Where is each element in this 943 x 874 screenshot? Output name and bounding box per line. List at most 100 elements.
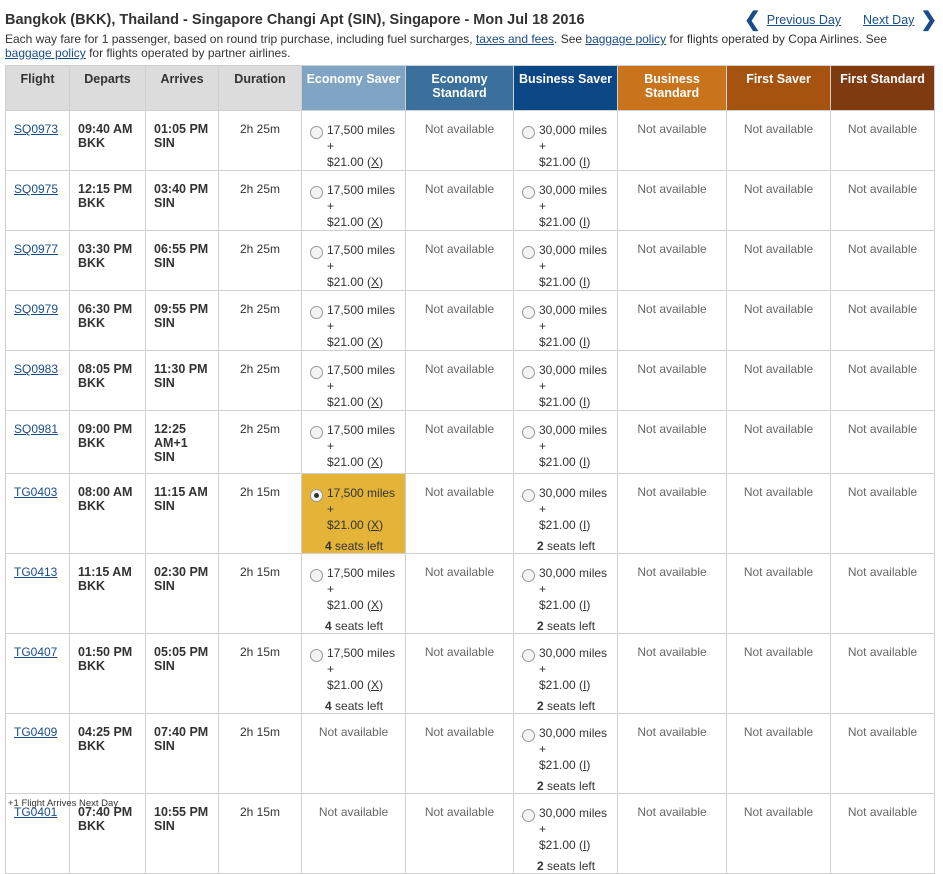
fare-radio[interactable] [310,426,323,439]
flight-number-link[interactable]: SQ0981 [14,422,58,436]
fare-option[interactable]: 30,000 miles + $21.00 (I) [522,422,613,470]
fare-option[interactable]: 17,500 miles + $21.00 (X) [310,565,401,613]
fare-code-link[interactable]: X [371,275,379,289]
fare-cell[interactable]: 30,000 miles + $21.00 (I) 2 seats left [513,633,618,714]
fare-cell[interactable]: 30,000 miles + $21.00 (I) [513,230,618,291]
fare-cell[interactable]: 17,500 miles + $21.00 (X) 4 seats left [301,633,406,714]
fare-code-link[interactable]: I [583,455,586,469]
fare-radio[interactable] [522,306,535,319]
fare-code-link[interactable]: I [583,395,586,409]
fare-code-link[interactable]: X [371,395,379,409]
fare-code-link[interactable]: X [371,155,379,169]
fare-radio[interactable] [310,489,323,502]
fare-code-link[interactable]: X [371,215,379,229]
fare-radio[interactable] [522,729,535,742]
fare-option[interactable]: 17,500 miles + $21.00 (X) [310,422,401,470]
fare-radio[interactable] [310,649,323,662]
fare-radio[interactable] [522,126,535,139]
fare-option[interactable]: 30,000 miles + $21.00 (I) [522,362,613,410]
fare-code-link[interactable]: I [583,215,586,229]
flight-number-link[interactable]: SQ0983 [14,362,58,376]
fare-cell[interactable]: 17,500 miles + $21.00 (X) 4 seats left [301,553,406,634]
flight-number-link[interactable]: SQ0975 [14,182,58,196]
fare-cell[interactable]: 30,000 miles + $21.00 (I) 2 seats left [513,713,618,794]
fare-option[interactable]: 17,500 miles + $21.00 (X) [310,645,401,693]
next-day-nav[interactable]: Next Day ❯ [863,10,937,30]
fare-cell[interactable]: 17,500 miles + $21.00 (X) [301,290,406,351]
fare-option[interactable]: 30,000 miles + $21.00 (I) [522,645,613,693]
fare-radio[interactable] [310,306,323,319]
fare-cell[interactable]: 17,500 miles + $21.00 (X) [301,110,406,171]
fare-cell[interactable]: 30,000 miles + $21.00 (I) [513,410,618,474]
fare-radio[interactable] [522,809,535,822]
fare-code-link[interactable]: X [371,598,379,612]
fare-option[interactable]: 30,000 miles + $21.00 (I) [522,242,613,290]
fare-radio[interactable] [310,186,323,199]
fare-code-link[interactable]: I [583,335,586,349]
fare-option[interactable]: 30,000 miles + $21.00 (I) [522,805,613,853]
previous-day-link[interactable]: Previous Day [767,13,841,27]
fare-code-link[interactable]: I [583,518,586,532]
fare-option[interactable]: 30,000 miles + $21.00 (I) [522,302,613,350]
fare-option[interactable]: 17,500 miles + $21.00 (X) [310,485,401,533]
fare-radio[interactable] [522,186,535,199]
fare-cell[interactable]: 17,500 miles + $21.00 (X) [301,170,406,231]
fare-option[interactable]: 30,000 miles + $21.00 (I) [522,182,613,230]
fare-radio[interactable] [522,366,535,379]
flight-number-link[interactable]: SQ0979 [14,302,58,316]
flight-number-link[interactable]: SQ0977 [14,242,58,256]
fare-code-link[interactable]: X [371,455,379,469]
fare-option[interactable]: 17,500 miles + $21.00 (X) [310,182,401,230]
fare-option[interactable]: 30,000 miles + $21.00 (I) [522,122,613,170]
fare-radio[interactable] [310,569,323,582]
fare-radio[interactable] [522,569,535,582]
flight-number-link[interactable]: SQ0973 [14,122,58,136]
fare-code-link[interactable]: X [371,335,379,349]
fare-option[interactable]: 30,000 miles + $21.00 (I) [522,485,613,533]
fare-cell[interactable]: 17,500 miles + $21.00 (X) [301,350,406,411]
fare-code-link[interactable]: I [583,678,586,692]
flight-number-link[interactable]: TG0409 [14,725,57,739]
next-day-link[interactable]: Next Day [863,13,914,27]
fare-option[interactable]: 30,000 miles + $21.00 (I) [522,565,613,613]
flight-number-link[interactable]: TG0403 [14,485,57,499]
baggage-policy-link-copa[interactable]: baggage policy [585,32,666,46]
fare-radio[interactable] [522,426,535,439]
fare-option[interactable]: 17,500 miles + $21.00 (X) [310,302,401,350]
fare-cell[interactable]: 30,000 miles + $21.00 (I) 2 seats left [513,793,618,874]
fare-radio[interactable] [310,366,323,379]
fare-option[interactable]: 30,000 miles + $21.00 (I) [522,725,613,773]
fare-option[interactable]: 17,500 miles + $21.00 (X) [310,122,401,170]
fare-cell[interactable]: 30,000 miles + $21.00 (I) [513,290,618,351]
fare-code-link[interactable]: X [371,678,379,692]
fare-code-link[interactable]: I [583,758,586,772]
fare-code-link[interactable]: I [583,838,586,852]
fare-cell[interactable]: 30,000 miles + $21.00 (I) 2 seats left [513,553,618,634]
fare-radio[interactable] [522,489,535,502]
flight-number-link[interactable]: TG0413 [14,565,57,579]
fare-code-link[interactable]: X [371,518,379,532]
previous-day-nav[interactable]: ❮ Previous Day [744,10,841,30]
fare-cell[interactable]: 17,500 miles + $21.00 (X) 4 seats left [301,473,406,554]
fare-radio[interactable] [310,246,323,259]
fare-cell[interactable]: 30,000 miles + $21.00 (I) [513,350,618,411]
taxes-and-fees-link[interactable]: taxes and fees [476,32,554,46]
fare-cell[interactable]: 17,500 miles + $21.00 (X) [301,230,406,291]
fare-cell[interactable]: 30,000 miles + $21.00 (I) [513,110,618,171]
fare-code-link[interactable]: I [583,275,586,289]
chevron-left-icon[interactable]: ❮ [744,10,761,30]
flight-number-link[interactable]: TG0407 [14,645,57,659]
fare-cell[interactable]: 30,000 miles + $21.00 (I) 2 seats left [513,473,618,554]
fare-radio[interactable] [522,246,535,259]
fare-cell[interactable]: 17,500 miles + $21.00 (X) [301,410,406,474]
fare-option[interactable]: 17,500 miles + $21.00 (X) [310,242,401,290]
fare-code-link[interactable]: I [583,155,586,169]
chevron-right-icon[interactable]: ❯ [920,10,937,30]
fare-code-link[interactable]: I [583,598,586,612]
baggage-policy-link-partners[interactable]: baggage policy [5,46,86,60]
fare-cell-unavailable: Not available [617,350,727,411]
fare-option[interactable]: 17,500 miles + $21.00 (X) [310,362,401,410]
fare-radio[interactable] [522,649,535,662]
fare-cell[interactable]: 30,000 miles + $21.00 (I) [513,170,618,231]
fare-radio[interactable] [310,126,323,139]
